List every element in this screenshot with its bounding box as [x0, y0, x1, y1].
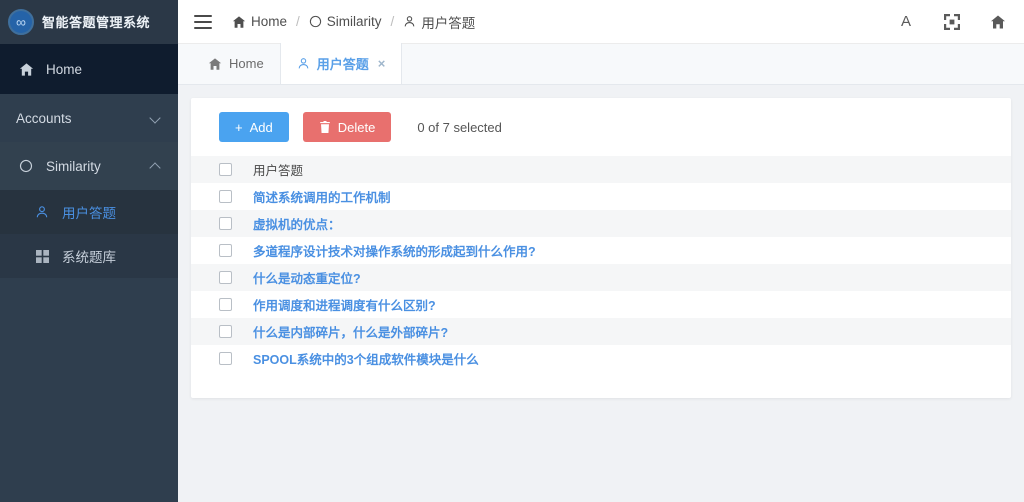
user-icon: [403, 15, 416, 28]
table-row[interactable]: 作用调度和进程调度有什么区别?: [191, 291, 1011, 318]
table-header-row: 用户答题: [191, 156, 1011, 183]
breadcrumb-label: Home: [251, 14, 288, 29]
sidebar: ∞ 智能答题管理系统 Home Accounts Similarity 用户答题…: [0, 0, 178, 502]
sidebar-subitem-label: 用户答题: [62, 206, 116, 221]
sidebar-subitem-label: 系统题库: [62, 250, 116, 265]
row-checkbox[interactable]: [219, 298, 232, 311]
table-row[interactable]: 什么是内部碎片，什么是外部碎片?: [191, 318, 1011, 345]
breadcrumb-separator: /: [296, 14, 300, 29]
breadcrumb-separator: /: [390, 14, 395, 29]
brand-header: ∞ 智能答题管理系统: [0, 0, 178, 44]
sidebar-item-question-bank[interactable]: 系统题库: [0, 234, 178, 278]
circle-icon: [16, 159, 36, 173]
close-icon[interactable]: ×: [378, 56, 386, 71]
breadcrumb-item-user-answers[interactable]: 用户答题: [403, 12, 475, 32]
breadcrumb-item-home[interactable]: Home: [232, 14, 287, 29]
table-row[interactable]: SPOOL系统中的3个组成软件模块是什么: [191, 345, 1011, 372]
table-row[interactable]: 什么是动态重定位?: [191, 264, 1011, 291]
infinity-circle-icon: ∞: [8, 8, 34, 35]
row-checkbox[interactable]: [219, 244, 232, 257]
row-link[interactable]: 什么是内部碎片，什么是外部碎片?: [253, 322, 448, 341]
fullscreen-button[interactable]: [942, 12, 962, 32]
fullscreen-icon: [944, 13, 960, 30]
home-icon: [232, 15, 246, 29]
grid-icon: [32, 249, 52, 263]
row-link[interactable]: 什么是动态重定位?: [253, 268, 361, 287]
font-size-button[interactable]: A: [896, 12, 916, 32]
sidebar-item-user-answers[interactable]: 用户答题: [0, 190, 178, 234]
font-size-glyph: A: [900, 13, 911, 30]
sidebar-nav: Home Accounts Similarity 用户答题 系统题库: [0, 44, 178, 390]
table-row[interactable]: 虚拟机的优点：: [191, 210, 1011, 237]
home-icon: [991, 15, 1005, 28]
breadcrumb-label: Similarity: [326, 14, 382, 29]
row-link[interactable]: SPOOL系统中的3个组成软件模块是什么: [253, 349, 479, 368]
user-icon: [32, 205, 52, 219]
sidebar-item-accounts[interactable]: Accounts: [0, 94, 178, 142]
logo-glyph: ∞: [16, 13, 26, 30]
row-checkbox[interactable]: [219, 271, 232, 284]
table-row[interactable]: 多道程序设计技术对操作系统的形成起到什么作用?: [191, 237, 1011, 264]
row-link[interactable]: 虚拟机的优点：: [253, 214, 341, 233]
tab-user-answers[interactable]: 用户答题 ×: [279, 43, 403, 84]
row-checkbox[interactable]: [219, 352, 232, 365]
topbar: Home / Similarity / 用户答题 A: [178, 0, 1024, 44]
app-title: 智能答题管理系统: [42, 15, 151, 30]
circle-icon: [309, 15, 322, 28]
delete-button[interactable]: Delete: [302, 112, 392, 142]
chevron-down-icon: [150, 112, 162, 124]
main-area: Home / Similarity / 用户答题 A Home 用户答题 × +…: [178, 0, 1024, 502]
delete-button-label: Delete: [337, 119, 376, 135]
select-all-checkbox[interactable]: [219, 163, 232, 176]
hamburger-icon[interactable]: [194, 14, 212, 29]
tab-home[interactable]: Home: [192, 43, 280, 84]
breadcrumb-label: 用户答题: [421, 15, 476, 31]
breadcrumb: Home / Similarity / 用户答题: [232, 12, 475, 32]
plus-icon: +: [235, 119, 243, 135]
sidebar-item-home[interactable]: Home: [0, 44, 178, 94]
selection-status: 0 of 7 selected: [417, 119, 502, 135]
row-checkbox[interactable]: [219, 325, 232, 338]
row-link[interactable]: 简述系统调用的工作机制: [253, 187, 391, 206]
card-footer: [191, 372, 1011, 398]
user-icon: [297, 57, 310, 70]
chevron-up-icon: [150, 160, 162, 172]
app-root: ∞ 智能答题管理系统 Home Accounts Similarity 用户答题…: [0, 0, 1024, 502]
sidebar-item-label: Similarity: [46, 158, 101, 174]
row-link[interactable]: 多道程序设计技术对操作系统的形成起到什么作用?: [253, 241, 536, 260]
table-toolbar: + Add Delete 0 of 7 selected: [191, 112, 1011, 156]
breadcrumb-item-similarity[interactable]: Similarity: [309, 14, 382, 29]
column-header-label: 用户答题: [253, 164, 304, 178]
answers-table: 用户答题 简述系统调用的工作机制 虚拟机的优点： 多道程序设计技术对操作系统的形…: [191, 156, 1011, 372]
row-checkbox[interactable]: [219, 190, 232, 203]
content-area: + Add Delete 0 of 7 selected 用户答题 简述系统调用…: [178, 85, 1024, 502]
tab-label: 用户答题: [316, 57, 369, 72]
add-button-label: Add: [249, 119, 273, 135]
home-icon: [16, 62, 36, 77]
tab-bar: Home 用户答题 ×: [178, 43, 1024, 85]
sidebar-subnav-similarity: 用户答题 系统题库: [0, 190, 178, 278]
table-row[interactable]: 简述系统调用的工作机制: [191, 183, 1011, 210]
data-card: + Add Delete 0 of 7 selected 用户答题 简述系统调用…: [191, 98, 1011, 398]
home-button[interactable]: [988, 12, 1008, 32]
sidebar-filler: [0, 390, 178, 502]
trash-icon: [319, 121, 331, 133]
row-checkbox[interactable]: [219, 217, 232, 230]
sidebar-item-similarity[interactable]: Similarity: [0, 142, 178, 190]
tab-label: Home: [229, 56, 264, 71]
add-button[interactable]: + Add: [219, 112, 289, 142]
row-link[interactable]: 作用调度和进程调度有什么区别?: [253, 295, 436, 314]
sidebar-item-label: Accounts: [16, 110, 72, 126]
sidebar-item-label: Home: [46, 61, 83, 77]
home-icon: [208, 57, 222, 71]
topbar-actions: A: [896, 12, 1008, 32]
